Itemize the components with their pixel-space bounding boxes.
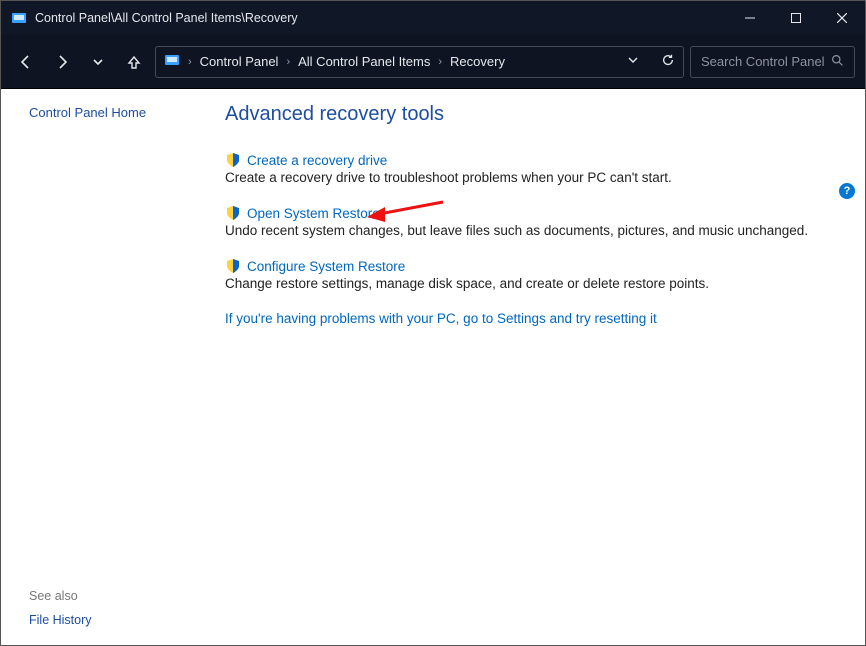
page-title: Advanced recovery tools	[225, 103, 835, 126]
shield-icon	[225, 258, 241, 274]
chevron-right-icon[interactable]: ›	[286, 56, 290, 68]
tool-configure-system-restore: Configure System Restore Change restore …	[225, 258, 835, 291]
shield-icon	[225, 205, 241, 221]
window-title: Control Panel\All Control Panel Items\Re…	[35, 11, 727, 25]
window-controls	[727, 1, 865, 35]
search-icon	[831, 54, 844, 70]
control-panel-icon	[11, 10, 27, 26]
tool-open-system-restore: Open System Restore Undo recent system c…	[225, 205, 835, 238]
window-titlebar: Control Panel\All Control Panel Items\Re…	[1, 1, 865, 35]
open-system-restore-link[interactable]: Open System Restore	[247, 206, 380, 221]
file-history-link[interactable]: File History	[29, 613, 92, 627]
tool-create-recovery-drive: Create a recovery drive Create a recover…	[225, 152, 835, 185]
main-panel: Advanced recovery tools Create a recover…	[211, 89, 865, 645]
tool-description: Change restore settings, manage disk spa…	[225, 276, 835, 291]
configure-system-restore-link[interactable]: Configure System Restore	[247, 259, 405, 274]
maximize-button[interactable]	[773, 1, 819, 35]
reset-pc-link[interactable]: If you're having problems with your PC, …	[225, 311, 835, 326]
recent-locations-button[interactable]	[83, 47, 113, 77]
control-panel-icon	[164, 52, 180, 71]
create-recovery-drive-link[interactable]: Create a recovery drive	[247, 153, 387, 168]
see-also-label: See also	[29, 589, 92, 603]
navigation-toolbar: › Control Panel › All Control Panel Item…	[1, 35, 865, 89]
refresh-button[interactable]	[661, 53, 675, 70]
minimize-button[interactable]	[727, 1, 773, 35]
search-placeholder: Search Control Panel	[701, 54, 831, 69]
address-dropdown-button[interactable]	[627, 54, 639, 69]
forward-button[interactable]	[47, 47, 77, 77]
control-panel-home-link[interactable]: Control Panel Home	[29, 105, 211, 120]
content-area: ? Control Panel Home See also File Histo…	[1, 89, 865, 645]
chevron-right-icon[interactable]: ›	[438, 56, 442, 68]
up-button[interactable]	[119, 47, 149, 77]
breadcrumb-item[interactable]: Control Panel	[200, 54, 279, 69]
breadcrumb-item[interactable]: All Control Panel Items	[298, 54, 430, 69]
chevron-right-icon[interactable]: ›	[188, 56, 192, 68]
tool-description: Undo recent system changes, but leave fi…	[225, 223, 835, 238]
search-input[interactable]: Search Control Panel	[690, 46, 855, 78]
address-bar[interactable]: › Control Panel › All Control Panel Item…	[155, 46, 684, 78]
shield-icon	[225, 152, 241, 168]
close-button[interactable]	[819, 1, 865, 35]
sidebar: Control Panel Home	[1, 89, 211, 645]
back-button[interactable]	[11, 47, 41, 77]
breadcrumb-item[interactable]: Recovery	[450, 54, 505, 69]
sidebar-see-also: See also File History	[29, 589, 92, 627]
tool-description: Create a recovery drive to troubleshoot …	[225, 170, 835, 185]
